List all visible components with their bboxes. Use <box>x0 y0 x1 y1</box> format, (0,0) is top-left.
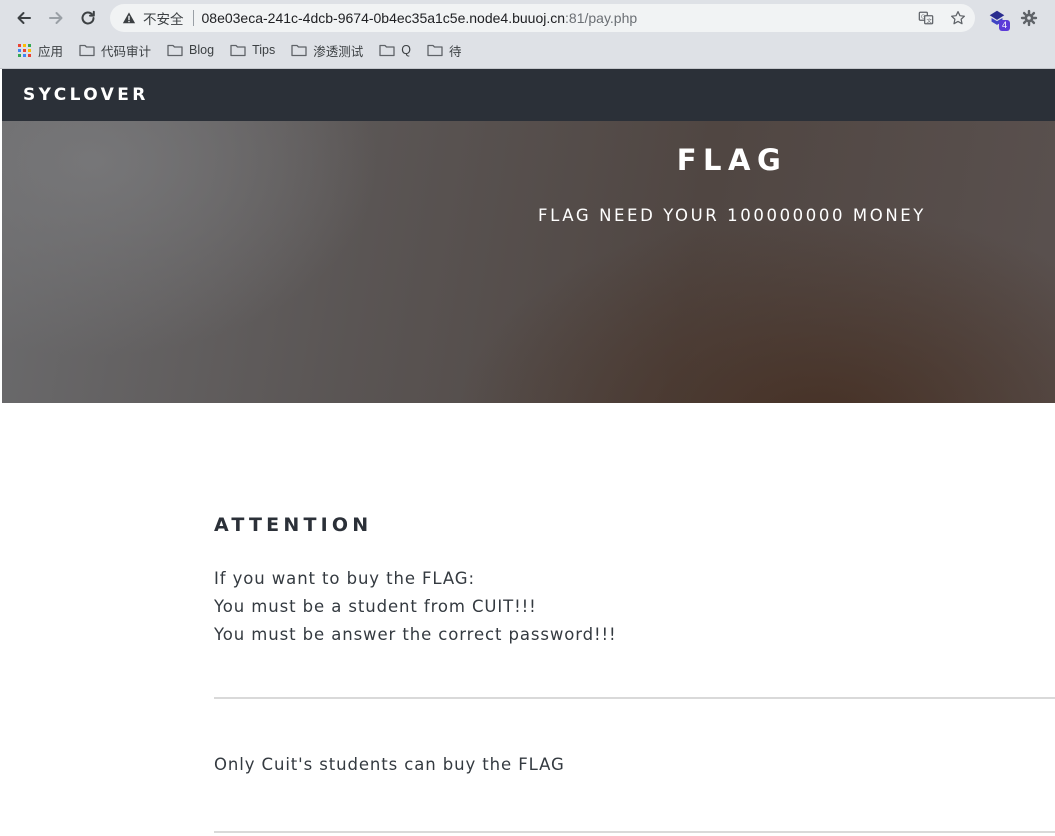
bookmark-folder-q[interactable]: Q <box>371 38 419 62</box>
attention-line: You must be a student from CUIT!!! <box>214 597 537 616</box>
divider <box>214 831 1055 833</box>
extension-button[interactable]: 4 <box>986 7 1010 31</box>
bookmark-star-icon[interactable] <box>949 9 967 27</box>
forward-button[interactable] <box>44 6 68 30</box>
translate-icon[interactable]: G 文 <box>917 9 935 27</box>
divider <box>214 697 1055 699</box>
omnibox-actions: G 文 <box>917 9 967 27</box>
bookmark-folder-pentest[interactable]: 渗透测试 <box>283 38 371 62</box>
bookmark-folder-blog[interactable]: Blog <box>159 38 222 62</box>
arrow-left-icon <box>17 12 31 24</box>
reload-button[interactable] <box>76 6 100 30</box>
url-host[interactable]: 08e03eca-241c-4dcb-9674-0b4ec35a1c5e.nod… <box>202 10 566 26</box>
bookmark-folder-code-audit[interactable]: 代码审计 <box>71 38 159 62</box>
browser-toolbar: 不安全 08e03eca-241c-4dcb-9674-0b4ec35a1c5e… <box>0 0 1055 36</box>
student-note: Only Cuit's students can buy the FLAG <box>214 755 565 774</box>
bookmark-label: Blog <box>189 43 215 57</box>
bookmarks-bar: 应用 代码审计 Blog Tips 渗透测试 Q 待 <box>0 36 1055 64</box>
gear-icon <box>1020 9 1038 27</box>
extension-badge: 4 <box>999 20 1010 31</box>
omnibox-separator <box>192 10 194 26</box>
svg-text:G: G <box>921 14 925 20</box>
address-bar[interactable]: 不安全 08e03eca-241c-4dcb-9674-0b4ec35a1c5e… <box>110 4 975 32</box>
attention-text: If you want to buy the FLAG: You must be… <box>214 565 617 649</box>
attention-heading: ATTENTION <box>214 514 373 536</box>
hero-banner: FLAG FLAG NEED YOUR 100000000 MONEY <box>2 121 1055 403</box>
folder-icon <box>379 43 395 57</box>
url-path[interactable]: :81/pay.php <box>565 10 637 26</box>
brand-link[interactable]: SYCLOVER <box>23 85 149 105</box>
bookmark-label: Q <box>401 43 411 57</box>
folder-icon <box>79 43 95 57</box>
bookmark-label: Tips <box>252 43 276 57</box>
bookmark-label: 渗透测试 <box>313 44 364 59</box>
browser-chrome: 不安全 08e03eca-241c-4dcb-9674-0b4ec35a1c5e… <box>0 0 1055 69</box>
arrow-right-icon <box>49 12 63 24</box>
bookmark-apps[interactable]: 应用 <box>8 38 71 62</box>
apps-grid-icon <box>16 43 32 57</box>
folder-icon <box>427 43 443 57</box>
security-label[interactable]: 不安全 <box>143 8 184 28</box>
attention-line: If you want to buy the FLAG: <box>214 569 475 588</box>
site-navbar: SYCLOVER <box>2 69 1055 121</box>
bookmark-folder-tips[interactable]: Tips <box>222 38 283 62</box>
back-button[interactable] <box>12 6 36 30</box>
extension-settings-button[interactable] <box>1018 7 1040 29</box>
svg-text:文: 文 <box>926 16 932 24</box>
web-page: SYCLOVER FLAG FLAG NEED YOUR 100000000 M… <box>2 69 1055 836</box>
bookmark-label: 待 <box>448 44 462 59</box>
folder-icon <box>167 43 183 57</box>
bookmark-label: 应用 <box>38 44 64 59</box>
hero-title: FLAG <box>676 143 788 177</box>
attention-line: You must be answer the correct password!… <box>214 625 617 644</box>
folder-icon <box>230 43 246 57</box>
bookmark-label: 代码审计 <box>101 44 152 59</box>
folder-icon <box>291 43 307 57</box>
bookmark-folder-pending[interactable]: 待 <box>419 38 470 62</box>
hero-subtitle: FLAG NEED YOUR 100000000 MONEY <box>538 206 926 225</box>
warning-icon[interactable] <box>121 10 137 26</box>
reload-icon <box>81 10 95 25</box>
